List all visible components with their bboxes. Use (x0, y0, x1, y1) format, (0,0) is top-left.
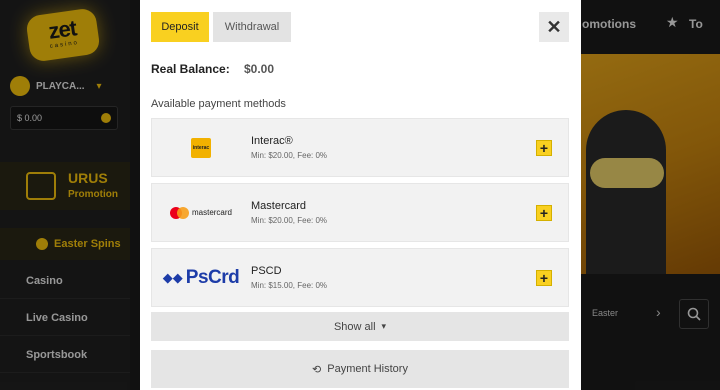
close-button[interactable]: ✕ (539, 12, 569, 42)
method-name: Mastercard (251, 200, 307, 212)
method-name: Interac® (251, 135, 293, 147)
tab-deposit[interactable]: Deposit (151, 12, 209, 42)
payment-method-pscd[interactable]: ◆◆ PsCrd PSCD Min: $15.00, Fee: 0% + (151, 248, 569, 307)
add-method-button[interactable]: + (536, 205, 552, 221)
method-limits: Min: $20.00, Fee: 0% (251, 151, 328, 160)
mastercard-logo: mastercard (152, 184, 250, 241)
tab-withdrawal[interactable]: Withdrawal (213, 12, 291, 42)
show-all-button[interactable]: Show all ▾ (151, 312, 569, 341)
method-limits: Min: $15.00, Fee: 0% (251, 281, 328, 290)
close-icon: ✕ (546, 16, 562, 37)
real-balance-label: Real Balance: (151, 62, 230, 76)
chevron-down-icon: ▾ (381, 321, 387, 331)
interac-logo: interac (152, 119, 250, 176)
plus-icon: + (539, 270, 549, 286)
add-method-button[interactable]: + (536, 140, 552, 156)
available-methods-label: Available payment methods (151, 98, 286, 110)
method-limits: Min: $20.00, Fee: 0% (251, 216, 328, 225)
add-method-button[interactable]: + (536, 270, 552, 286)
plus-icon: + (539, 205, 549, 221)
real-balance-value: $0.00 (244, 62, 275, 76)
history-icon: ⟲ (312, 363, 322, 376)
payment-history-label: Payment History (327, 363, 408, 375)
plus-icon: + (539, 140, 549, 156)
show-all-label: Show all (333, 320, 376, 333)
payment-history-button[interactable]: ⟲ Payment History (151, 350, 569, 388)
pscrd-logo: ◆◆ PsCrd (162, 266, 240, 288)
payment-modal: Deposit Withdrawal ✕ Real Balance: $0.00… (140, 0, 581, 390)
payment-method-interac[interactable]: interac Interac® Min: $20.00, Fee: 0% + (151, 118, 569, 177)
payment-method-mastercard[interactable]: mastercard Mastercard Min: $20.00, Fee: … (151, 183, 569, 242)
method-name: PSCD (251, 265, 282, 277)
